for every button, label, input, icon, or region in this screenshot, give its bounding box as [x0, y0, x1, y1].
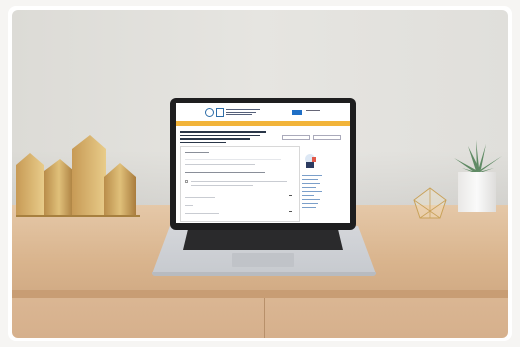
plant-pot — [458, 172, 496, 212]
sidebar-link[interactable] — [302, 183, 320, 184]
site-title — [226, 108, 266, 115]
field-label — [185, 197, 215, 199]
page-title — [180, 130, 278, 144]
gold-house-decor — [16, 135, 140, 217]
divider — [185, 159, 281, 161]
sidebar-link[interactable] — [302, 179, 318, 180]
action-button-1[interactable] — [282, 135, 310, 140]
desk-drawers — [12, 298, 508, 338]
sidebar-link[interactable] — [302, 191, 322, 192]
panel-heading — [185, 152, 209, 154]
drawer-divider — [264, 298, 265, 338]
login-link[interactable] — [306, 110, 320, 111]
site-header — [176, 103, 350, 123]
text-line — [185, 164, 255, 166]
laptop-front-edge — [152, 272, 376, 276]
notice-banner — [176, 121, 350, 126]
sidebar-link[interactable] — [302, 207, 316, 208]
desk-edge — [12, 290, 508, 298]
sidebar-link[interactable] — [302, 199, 320, 200]
field-label — [185, 213, 219, 215]
laptop-keyboard — [183, 230, 343, 250]
chevron-down-icon[interactable] — [289, 195, 292, 198]
checkbox[interactable] — [185, 180, 188, 183]
laptop-screen — [176, 103, 350, 223]
sidebar-link[interactable] — [302, 187, 316, 188]
question-line — [185, 172, 265, 174]
geometric-ornament — [413, 187, 447, 219]
illustration-icon — [305, 154, 316, 168]
emblem-icon — [205, 108, 214, 117]
laptop-touchpad — [232, 253, 294, 267]
sidebar-link[interactable] — [302, 195, 314, 196]
chevron-down-icon[interactable] — [289, 211, 292, 214]
sidebar-link[interactable] — [302, 175, 322, 176]
logo-icon — [216, 108, 224, 117]
lang-button[interactable] — [292, 110, 302, 115]
action-button-2[interactable] — [313, 135, 341, 140]
content-panel — [180, 146, 300, 222]
option-line — [191, 181, 287, 183]
sidebar-link[interactable] — [302, 203, 318, 204]
option-line — [191, 185, 253, 187]
field-label — [185, 205, 193, 207]
